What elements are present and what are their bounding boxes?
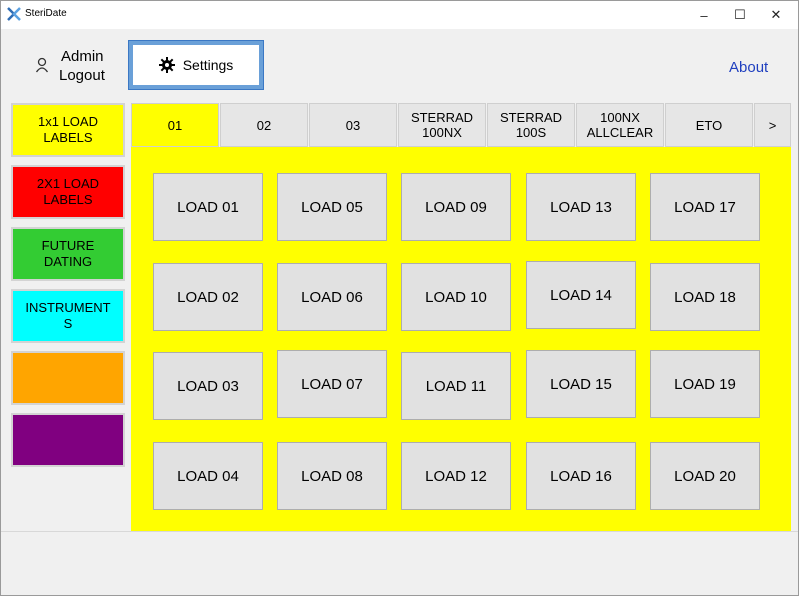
tab-sterrad-100s[interactable]: STERRAD 100S [487, 103, 575, 147]
load-05-button[interactable]: LOAD 05 [277, 173, 387, 241]
tab-02[interactable]: 02 [220, 103, 308, 147]
load-02-button[interactable]: LOAD 02 [153, 263, 263, 331]
tab-label: ALLCLEAR [586, 125, 654, 140]
nav-label: FUTURE [41, 238, 95, 253]
load-label: LOAD 04 [177, 467, 239, 485]
nav-label: S [63, 316, 73, 331]
load-label: LOAD 20 [674, 467, 736, 485]
load-label: LOAD 06 [301, 288, 363, 306]
tab-sterrad-100nx[interactable]: STERRAD 100NX [398, 103, 486, 147]
load-label: LOAD 12 [425, 467, 487, 485]
load-label: LOAD 18 [674, 288, 736, 306]
load-label: LOAD 15 [550, 375, 612, 393]
load-08-button[interactable]: LOAD 08 [277, 442, 387, 510]
load-label: LOAD 16 [550, 467, 612, 485]
nav-label: INSTRUMENT [25, 300, 111, 315]
tab-next-arrow[interactable]: > [754, 103, 791, 147]
load-13-button[interactable]: LOAD 13 [526, 173, 636, 241]
tab-label: 03 [345, 117, 361, 133]
load-07-button[interactable]: LOAD 07 [277, 350, 387, 418]
load-03-button[interactable]: LOAD 03 [153, 352, 263, 420]
load-18-button[interactable]: LOAD 18 [650, 263, 760, 331]
close-button[interactable]: ✕ [755, 1, 797, 29]
tab-eto[interactable]: ETO [665, 103, 753, 147]
tab-label: 01 [167, 117, 183, 133]
about-link[interactable]: About [729, 59, 768, 76]
tab-label: STERRAD [499, 110, 563, 125]
steridate-logo-icon [7, 7, 21, 21]
nav-instruments[interactable]: INSTRUMENT S [11, 289, 125, 343]
tab-strip: 01 02 03 STERRAD 100NX STERRAD 100S 100NX A… [131, 103, 791, 147]
load-14-button[interactable]: LOAD 14 [526, 261, 636, 329]
nav-2x1-load-labels[interactable]: 2X1 LOAD LABELS [11, 165, 125, 219]
load-label: LOAD 08 [301, 467, 363, 485]
nav-label: LABELS [43, 130, 93, 145]
title-bar[interactable]: SteriDate – ☐ ✕ [1, 1, 798, 29]
tab-label: 02 [256, 117, 272, 133]
load-panel: LOAD 01 LOAD 02 LOAD 03 LOAD 04 LOAD 05 … [131, 147, 791, 531]
tab-label: 100NX [600, 110, 640, 125]
nav-label: LABELS [43, 192, 93, 207]
user-icon [35, 57, 49, 73]
header: Admin Logout Settings About [1, 29, 798, 101]
load-11-button[interactable]: LOAD 11 [401, 352, 511, 420]
window-title: SteriDate [25, 8, 67, 19]
user-name: Admin [61, 48, 104, 65]
divider [1, 531, 798, 532]
load-label: LOAD 05 [301, 198, 363, 216]
app-window: SteriDate – ☐ ✕ Admin Logout Settings Ab… [0, 0, 799, 596]
load-label: LOAD 14 [550, 286, 612, 304]
load-label: LOAD 09 [425, 198, 487, 216]
nav-orange-button[interactable] [11, 351, 125, 405]
tab-label: 100NX [422, 125, 462, 140]
load-10-button[interactable]: LOAD 10 [401, 263, 511, 331]
load-label: LOAD 17 [674, 198, 736, 216]
tab-03[interactable]: 03 [309, 103, 397, 147]
load-17-button[interactable]: LOAD 17 [650, 173, 760, 241]
load-label: LOAD 02 [177, 288, 239, 306]
tab-label: 100S [515, 125, 547, 140]
load-label: LOAD 01 [177, 198, 239, 216]
settings-label: Settings [182, 57, 234, 73]
load-06-button[interactable]: LOAD 06 [277, 263, 387, 331]
nav-label: 1x1 LOAD [38, 114, 98, 129]
settings-button[interactable]: Settings [128, 40, 264, 90]
tab-100nx-allclear[interactable]: 100NX ALLCLEAR [576, 103, 664, 147]
nav-1x1-load-labels[interactable]: 1x1 LOAD LABELS [11, 103, 125, 157]
logout-link[interactable]: Logout [59, 67, 105, 84]
load-09-button[interactable]: LOAD 09 [401, 173, 511, 241]
chevron-right-icon: > [768, 117, 777, 133]
load-20-button[interactable]: LOAD 20 [650, 442, 760, 510]
load-04-button[interactable]: LOAD 04 [153, 442, 263, 510]
nav-purple-button[interactable] [11, 413, 125, 467]
nav-label: 2X1 LOAD [36, 176, 100, 191]
gear-icon [158, 57, 175, 73]
load-19-button[interactable]: LOAD 19 [650, 350, 760, 418]
nav-label: DATING [43, 254, 93, 269]
load-01-button[interactable]: LOAD 01 [153, 173, 263, 241]
load-15-button[interactable]: LOAD 15 [526, 350, 636, 418]
load-label: LOAD 11 [425, 377, 487, 395]
tab-label: ETO [695, 117, 723, 133]
tab-label: STERRAD [410, 110, 474, 125]
load-label: LOAD 03 [177, 377, 239, 395]
user-block: Admin Logout [23, 43, 123, 89]
load-label: LOAD 10 [425, 288, 487, 306]
load-label: LOAD 13 [550, 198, 612, 216]
load-label: LOAD 07 [301, 375, 363, 393]
load-12-button[interactable]: LOAD 12 [401, 442, 511, 510]
load-16-button[interactable]: LOAD 16 [526, 442, 636, 510]
nav-future-dating[interactable]: FUTURE DATING [11, 227, 125, 281]
tab-01[interactable]: 01 [131, 103, 219, 147]
load-label: LOAD 19 [674, 375, 736, 393]
